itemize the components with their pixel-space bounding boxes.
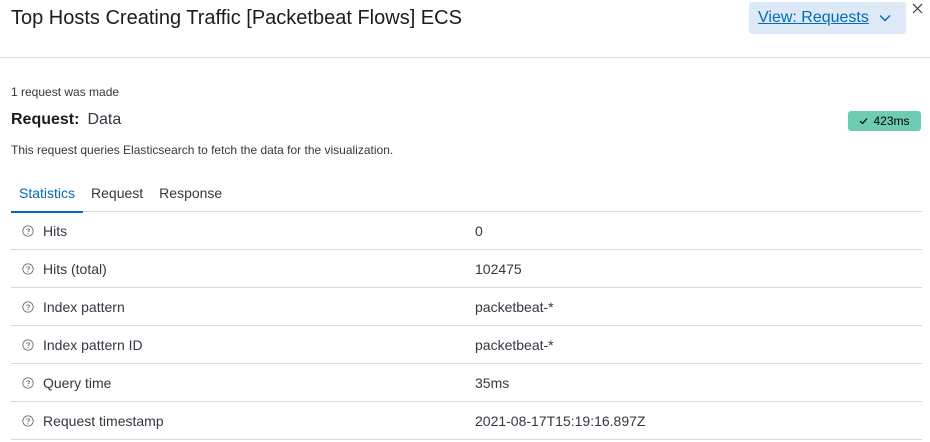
table-row: Request timestamp 2021-08-17T15:19:16.89… <box>11 402 922 440</box>
stat-name: Index pattern <box>43 299 125 315</box>
stat-value: 102475 <box>475 261 522 277</box>
stat-name: Hits (total) <box>43 261 107 277</box>
table-row: Index pattern ID packetbeat-* <box>11 326 922 364</box>
check-icon <box>859 117 868 125</box>
question-icon[interactable] <box>21 338 35 352</box>
question-icon[interactable] <box>21 262 35 276</box>
question-icon[interactable] <box>21 300 35 314</box>
chevron-down-icon <box>879 14 891 22</box>
flyout-header: Top Hosts Creating Traffic [Packetbeat F… <box>0 0 930 58</box>
statistics-table: Hits 0 Hits (total) 102475 Index pattern… <box>11 212 922 440</box>
tab-request[interactable]: Request <box>83 178 151 212</box>
stat-name: Query time <box>43 375 112 391</box>
stat-name: Index pattern ID <box>43 337 143 353</box>
request-description: This request queries Elasticsearch to fe… <box>11 143 394 157</box>
view-requests-button[interactable]: View: Requests <box>749 2 906 34</box>
question-icon[interactable] <box>21 376 35 390</box>
request-count-text: 1 request was made <box>11 85 120 99</box>
table-row: Index pattern packetbeat-* <box>11 288 922 326</box>
question-icon[interactable] <box>21 414 35 428</box>
duration-text: 423ms <box>873 114 910 128</box>
request-label: Request: <box>11 111 80 128</box>
stat-value: 35ms <box>475 375 510 391</box>
stat-value: 2021-08-17T15:19:16.897Z <box>475 413 646 429</box>
stat-name: Hits <box>43 223 68 239</box>
stat-value: 0 <box>475 223 483 239</box>
request-duration-badge: 423ms <box>848 111 921 131</box>
request-tabs: Statistics Request Response <box>11 178 922 213</box>
inspector-flyout: Top Hosts Creating Traffic [Packetbeat F… <box>0 0 930 442</box>
table-row: Hits 0 <box>11 212 922 250</box>
stat-name: Request timestamp <box>43 413 164 429</box>
close-icon[interactable] <box>909 0 925 16</box>
request-name: Data <box>87 111 122 128</box>
tab-response[interactable]: Response <box>151 178 230 212</box>
tab-statistics[interactable]: Statistics <box>11 178 84 213</box>
view-button-label: View: Requests <box>758 9 869 26</box>
table-row: Query time 35ms <box>11 364 922 402</box>
request-heading: Request: Data <box>11 110 121 130</box>
stat-value: packetbeat-* <box>475 337 554 353</box>
flyout-title: Top Hosts Creating Traffic [Packetbeat F… <box>11 7 462 29</box>
question-icon[interactable] <box>21 224 35 238</box>
stat-value: packetbeat-* <box>475 299 554 315</box>
table-row: Hits (total) 102475 <box>11 250 922 288</box>
